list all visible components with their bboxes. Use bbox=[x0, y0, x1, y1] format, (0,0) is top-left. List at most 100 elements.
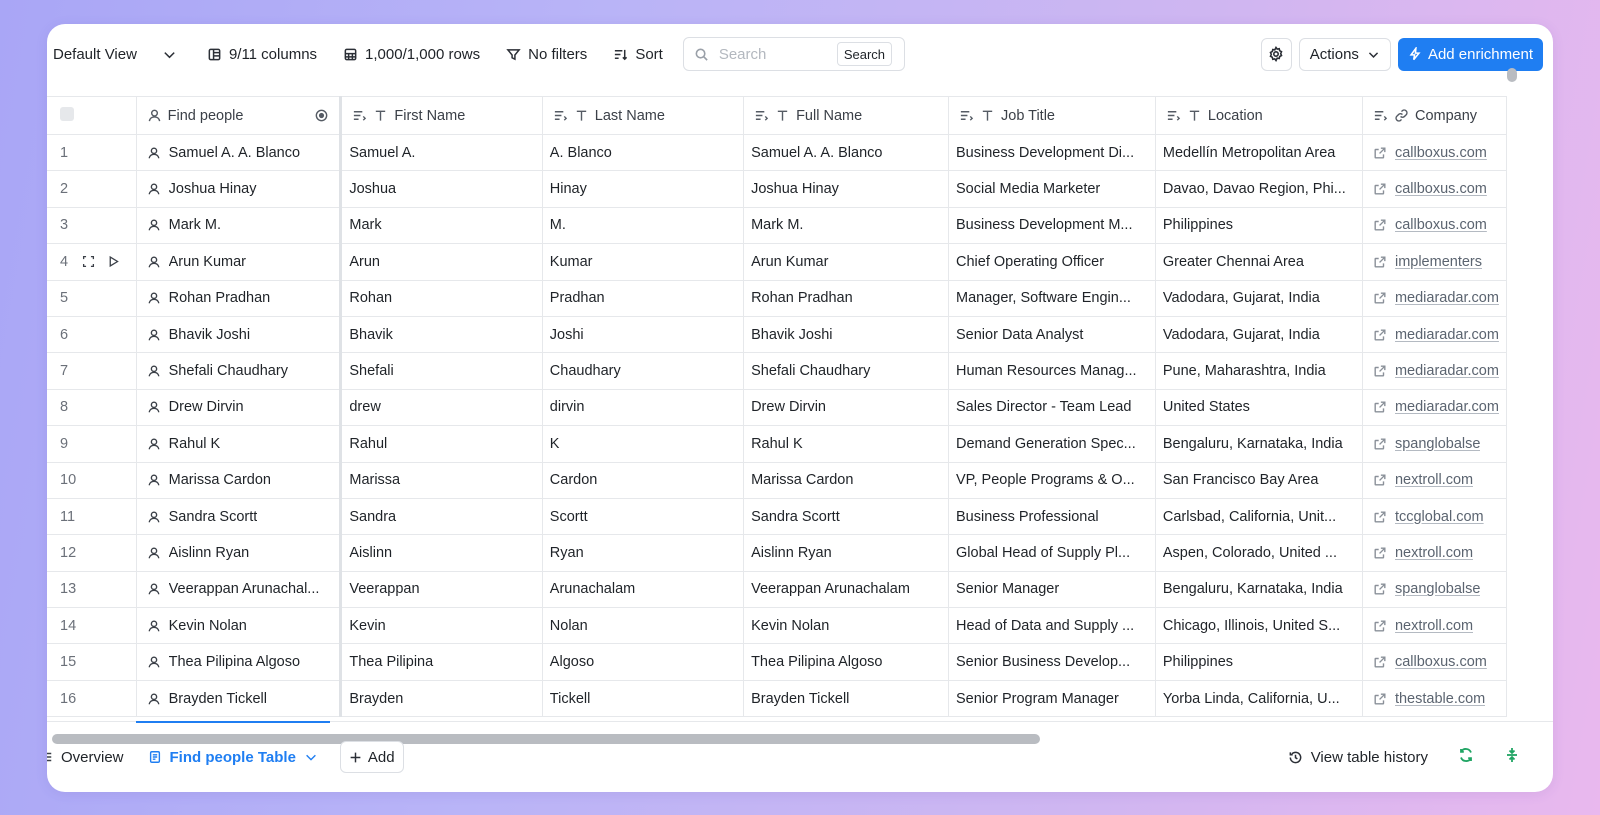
row-number-cell[interactable]: 11 bbox=[47, 498, 137, 536]
search-button[interactable]: Search bbox=[836, 42, 893, 66]
location-cell[interactable]: Carlsbad, California, Unit... bbox=[1155, 498, 1363, 536]
table-row[interactable]: 12 Aislinn Ryan Aislinn Ryan Aislinn Ryan Glo… bbox=[47, 534, 1507, 572]
location-cell[interactable]: Davao, Davao Region, Phi... bbox=[1155, 170, 1363, 208]
company-link[interactable]: spanglobalse bbox=[1395, 436, 1480, 452]
find-people-cell[interactable]: Samuel A. A. Blanco bbox=[136, 134, 343, 172]
location-cell[interactable]: Chicago, Illinois, United S... bbox=[1155, 607, 1363, 645]
row-number-cell[interactable]: 2 bbox=[47, 170, 137, 208]
first-name-cell[interactable]: Thea Pilipina bbox=[340, 643, 543, 681]
table-row[interactable]: 1 Samuel A. A. Blanco Samuel A. A. Blanco Sa… bbox=[47, 134, 1507, 172]
job-title-cell[interactable]: Head of Data and Supply ... bbox=[948, 607, 1156, 645]
find-people-cell[interactable]: Veerappan Arunachal... bbox=[136, 571, 343, 609]
job-title-cell[interactable]: Senior Program Manager bbox=[948, 680, 1156, 718]
location-cell[interactable]: Vadodara, Gujarat, India bbox=[1155, 316, 1363, 354]
rows-button[interactable]: 1,000/1,000 rows bbox=[343, 46, 480, 63]
last-name-cell[interactable]: Algoso bbox=[542, 643, 745, 681]
job-title-cell[interactable]: Chief Operating Officer bbox=[948, 243, 1156, 281]
full-name-cell[interactable]: Veerappan Arunachalam bbox=[743, 571, 949, 609]
view-history-button[interactable]: View table history bbox=[1288, 749, 1428, 766]
company-link[interactable]: callboxus.com bbox=[1395, 145, 1487, 161]
row-number-cell[interactable]: 13 bbox=[47, 571, 137, 609]
find-people-cell[interactable]: Arun Kumar bbox=[136, 243, 343, 281]
company-link[interactable]: mediaradar.com bbox=[1395, 327, 1499, 343]
location-cell[interactable]: United States bbox=[1155, 389, 1363, 427]
company-cell[interactable]: mediaradar.com bbox=[1362, 352, 1507, 390]
last-name-cell[interactable]: Tickell bbox=[542, 680, 745, 718]
job-title-cell[interactable]: Senior Business Develop... bbox=[948, 643, 1156, 681]
expand-row-icon[interactable] bbox=[82, 255, 95, 268]
first-name-cell[interactable]: Veerappan bbox=[340, 571, 543, 609]
company-cell[interactable]: mediaradar.com bbox=[1362, 280, 1507, 317]
company-link[interactable]: callboxus.com bbox=[1395, 654, 1487, 670]
table-row[interactable]: 16 Brayden Tickell Brayden Tickell Brayden T… bbox=[47, 680, 1507, 718]
col-header-last-name[interactable]: Last Name bbox=[542, 96, 745, 135]
last-name-cell[interactable]: Chaudhary bbox=[542, 352, 745, 390]
full-name-cell[interactable]: Kevin Nolan bbox=[743, 607, 949, 645]
company-link[interactable]: nextroll.com bbox=[1395, 618, 1473, 634]
settings-button[interactable] bbox=[1260, 37, 1292, 71]
col-header-company[interactable]: Company bbox=[1362, 96, 1507, 135]
first-name-cell[interactable]: Mark bbox=[340, 207, 543, 245]
first-name-cell[interactable]: Bhavik bbox=[340, 316, 543, 354]
first-name-cell[interactable]: Rahul bbox=[340, 425, 543, 463]
row-number-cell[interactable]: 8 bbox=[47, 389, 137, 427]
find-people-cell[interactable]: Joshua Hinay bbox=[136, 170, 343, 208]
filters-button[interactable]: No filters bbox=[506, 46, 587, 63]
col-header-full-name[interactable]: Full Name bbox=[743, 96, 949, 135]
row-number-cell[interactable]: 6 bbox=[47, 316, 137, 354]
table-row[interactable]: 5 Rohan Pradhan Rohan Pradhan Rohan Pradhan M… bbox=[47, 280, 1507, 317]
first-name-cell[interactable]: drew bbox=[340, 389, 543, 427]
add-table-button[interactable]: Add bbox=[339, 741, 404, 773]
job-title-cell[interactable]: Human Resources Manag... bbox=[948, 352, 1156, 390]
full-name-cell[interactable]: Marissa Cardon bbox=[743, 462, 949, 499]
columns-button[interactable]: 9/11 columns bbox=[207, 46, 317, 63]
find-people-cell[interactable]: Marissa Cardon bbox=[136, 462, 343, 499]
full-name-cell[interactable]: Samuel A. A. Blanco bbox=[743, 134, 949, 172]
company-link[interactable]: mediaradar.com bbox=[1395, 290, 1499, 306]
location-cell[interactable]: Bengaluru, Karnataka, India bbox=[1155, 425, 1363, 463]
last-name-cell[interactable]: Nolan bbox=[542, 607, 745, 645]
find-people-cell[interactable]: Aislinn Ryan bbox=[136, 534, 343, 572]
last-name-cell[interactable]: dirvin bbox=[542, 389, 745, 427]
find-people-cell[interactable]: Shefali Chaudhary bbox=[136, 352, 343, 390]
full-name-cell[interactable]: Brayden Tickell bbox=[743, 680, 949, 718]
location-cell[interactable]: Vadodara, Gujarat, India bbox=[1155, 280, 1363, 317]
row-number-cell[interactable]: 10 bbox=[47, 462, 137, 499]
first-name-cell[interactable]: Rohan bbox=[340, 280, 543, 317]
table-row[interactable]: 11 Sandra Scortt Sandra Scortt Sandra Scortt… bbox=[47, 498, 1507, 536]
company-link[interactable]: implementers bbox=[1395, 254, 1482, 270]
search-input[interactable] bbox=[718, 45, 837, 63]
full-name-cell[interactable]: Bhavik Joshi bbox=[743, 316, 949, 354]
find-people-cell[interactable]: Rahul K bbox=[136, 425, 343, 463]
location-cell[interactable]: Medellín Metropolitan Area bbox=[1155, 134, 1363, 172]
target-icon[interactable] bbox=[314, 108, 329, 123]
company-cell[interactable]: thestable.com bbox=[1362, 680, 1507, 718]
table-row[interactable]: 8 Drew Dirvin drew dirvin Drew Dirvin Sales D… bbox=[47, 389, 1507, 427]
company-cell[interactable]: spanglobalse bbox=[1362, 571, 1507, 609]
location-cell[interactable]: San Francisco Bay Area bbox=[1155, 462, 1363, 499]
full-name-cell[interactable]: Shefali Chaudhary bbox=[743, 352, 949, 390]
company-cell[interactable]: callboxus.com bbox=[1362, 170, 1507, 208]
company-link[interactable]: nextroll.com bbox=[1395, 545, 1473, 561]
table-row[interactable]: 3 Mark M. Mark M. Mark M. Business Developmen… bbox=[47, 207, 1507, 245]
company-cell[interactable]: nextroll.com bbox=[1362, 462, 1507, 499]
full-name-cell[interactable]: Drew Dirvin bbox=[743, 389, 949, 427]
find-people-cell[interactable]: Drew Dirvin bbox=[136, 389, 343, 427]
col-header-first-name[interactable]: First Name bbox=[340, 96, 543, 135]
job-title-cell[interactable]: VP, People Programs & O... bbox=[948, 462, 1156, 499]
company-cell[interactable]: callboxus.com bbox=[1362, 207, 1507, 245]
table-row[interactable]: 14 Kevin Nolan Kevin Nolan Kevin Nolan Head o… bbox=[47, 607, 1507, 645]
company-cell[interactable]: tccglobal.com bbox=[1362, 498, 1507, 536]
company-link[interactable]: callboxus.com bbox=[1395, 217, 1487, 233]
col-header-job-title[interactable]: Job Title bbox=[948, 96, 1156, 135]
company-link[interactable]: nextroll.com bbox=[1395, 472, 1473, 488]
chevron-down-icon[interactable] bbox=[304, 750, 318, 764]
tab-find-people-table[interactable]: Find people Table bbox=[135, 721, 331, 792]
first-name-cell[interactable]: Arun bbox=[340, 243, 543, 281]
job-title-cell[interactable]: Manager, Software Engin... bbox=[948, 280, 1156, 317]
company-cell[interactable]: mediaradar.com bbox=[1362, 389, 1507, 427]
table-row[interactable]: 10 Marissa Cardon Marissa Cardon Marissa Car… bbox=[47, 462, 1507, 499]
row-number-cell[interactable]: 15 bbox=[47, 643, 137, 681]
tab-overview[interactable]: Overview bbox=[47, 722, 136, 792]
find-people-cell[interactable]: Mark M. bbox=[136, 207, 343, 245]
